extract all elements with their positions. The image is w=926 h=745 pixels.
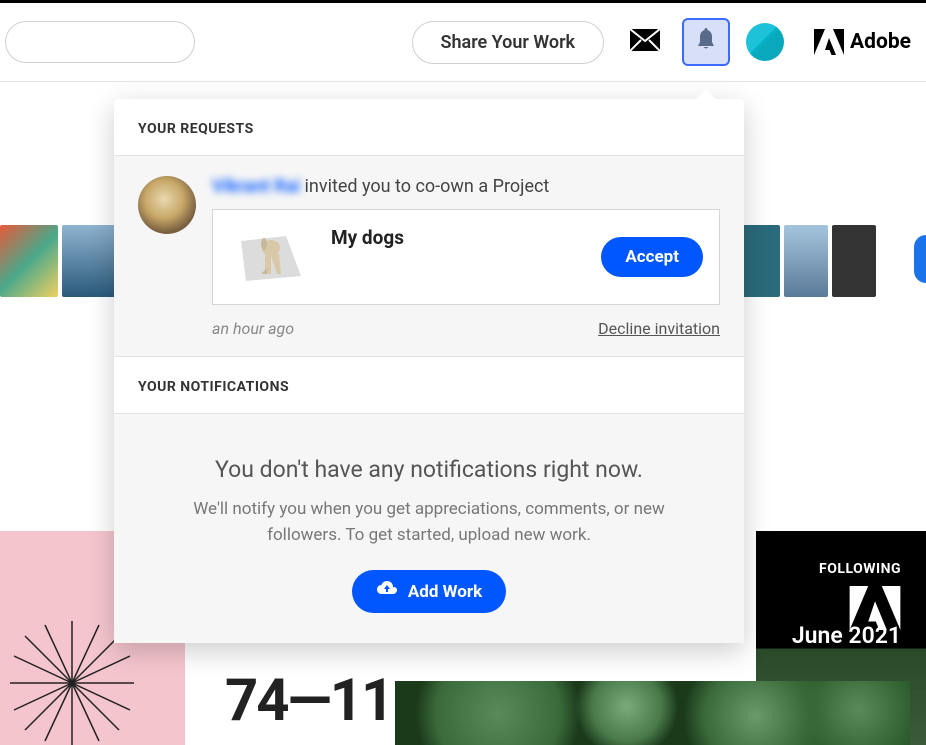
notifications-empty-state: You don't have any notifications right n… (114, 414, 744, 643)
notifications-dropdown: YOUR REQUESTS Vikrant Rai invited you to… (114, 99, 744, 643)
adobe-logo-white-icon (849, 586, 901, 630)
notifications-header: YOUR NOTIFICATIONS (114, 357, 744, 414)
request-suffix: invited you to co-own a Project (300, 176, 549, 197)
requester-name[interactable]: Vikrant Rai (212, 176, 300, 197)
decline-invitation-link[interactable]: Decline invitation (598, 319, 720, 338)
accept-button[interactable]: Accept (601, 237, 703, 277)
request-timestamp: an hour ago (212, 319, 294, 338)
carousel-strip-right (736, 225, 876, 297)
share-your-work-button[interactable]: Share Your Work (412, 21, 605, 64)
header: Share Your Work Adobe (0, 3, 926, 82)
notifications-button[interactable] (682, 18, 730, 66)
search-input[interactable] (5, 21, 195, 63)
carousel-strip-left (0, 225, 120, 297)
avatar[interactable] (746, 23, 784, 61)
empty-title: You don't have any notifications right n… (138, 456, 720, 483)
project-thumbnail[interactable] (229, 224, 313, 290)
gallery-image (395, 681, 910, 745)
adobe-logo-text: Adobe (850, 30, 911, 54)
add-work-button[interactable]: Add Work (352, 570, 506, 613)
following-label: FOLLOWING (756, 561, 901, 577)
request-item: Vikrant Rai invited you to co-own a Proj… (114, 156, 744, 357)
add-work-label: Add Work (408, 582, 482, 602)
requester-avatar[interactable] (138, 176, 196, 234)
requests-header: YOUR REQUESTS (114, 99, 744, 156)
cloud-upload-icon (376, 580, 398, 603)
request-text: Vikrant Rai invited you to co-own a Proj… (212, 176, 720, 197)
adobe-logo-icon (814, 29, 844, 55)
carousel-next-edge[interactable] (914, 235, 926, 283)
bell-icon (695, 28, 717, 56)
empty-subtitle: We'll notify you when you get appreciati… (138, 497, 720, 548)
project-title: My dogs (331, 224, 583, 249)
adobe-logo[interactable]: Adobe (814, 29, 911, 55)
project-card: My dogs Accept (212, 209, 720, 305)
mail-icon[interactable] (630, 29, 660, 55)
gallery-card-text: 74—11 (225, 667, 392, 735)
